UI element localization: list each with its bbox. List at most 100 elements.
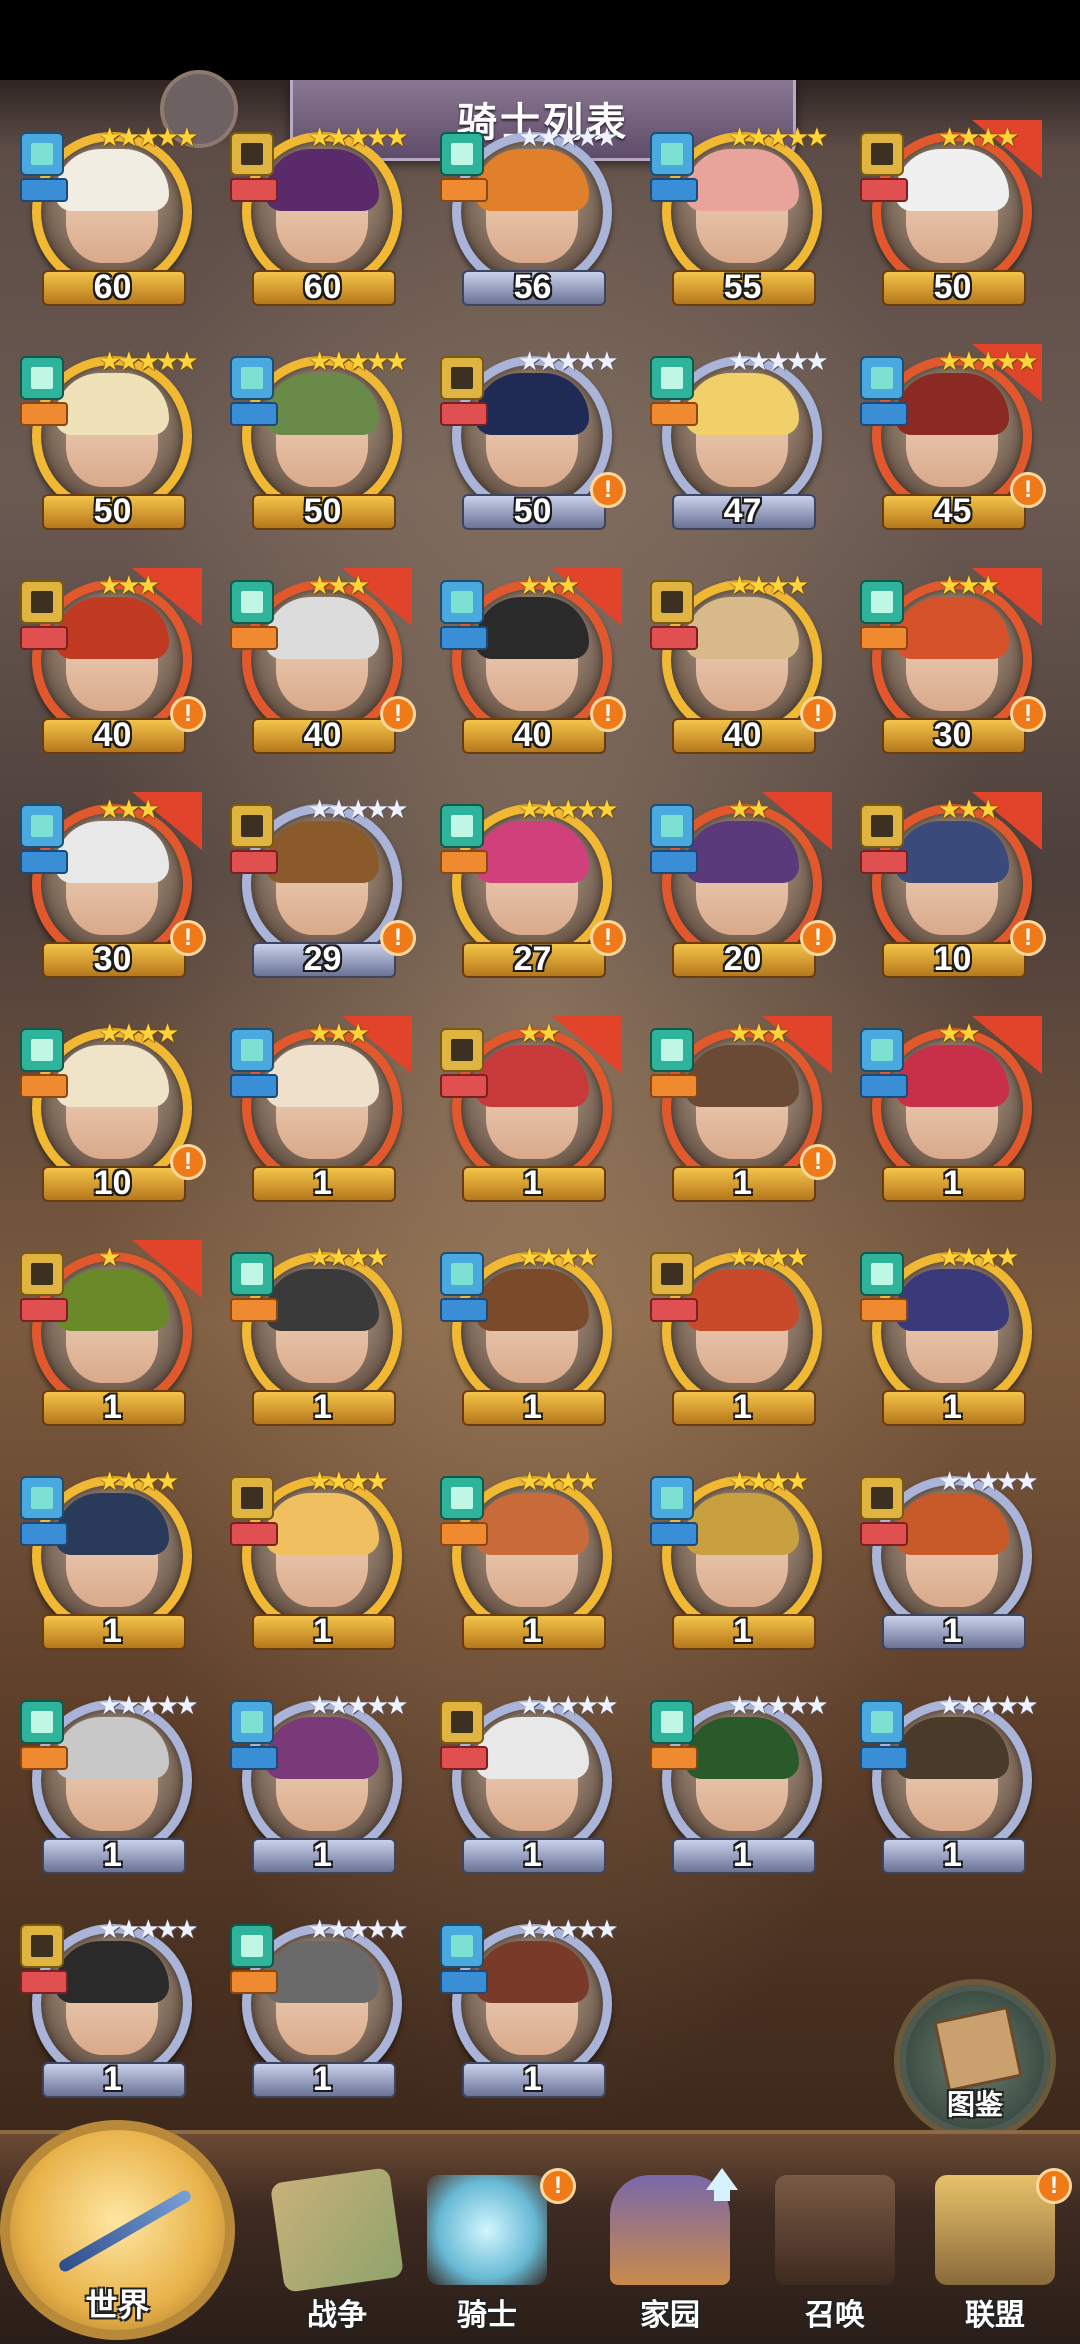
- knight-card[interactable]: 1 ★★★★★: [230, 1912, 415, 2102]
- portrait-hair: [55, 1941, 169, 2003]
- book-icon: [933, 2005, 1023, 2093]
- alert-icon: !: [170, 696, 206, 732]
- knight-card[interactable]: 40 ★★★!: [440, 568, 626, 758]
- knight-card[interactable]: 30 ★★★!: [20, 792, 206, 982]
- knight-card[interactable]: 1 ★★★★★: [230, 1688, 415, 1878]
- knight-level: 1: [313, 1388, 332, 1426]
- knight-card[interactable]: 20 ★★!: [650, 792, 836, 982]
- class-icon: [230, 580, 274, 624]
- class-glyph: [661, 1263, 683, 1285]
- class-glyph: [241, 1263, 263, 1285]
- knight-card[interactable]: 1 ★★★!: [650, 1016, 836, 1206]
- knight-level: 1: [943, 1388, 962, 1426]
- tab-summon[interactable]: 召唤: [760, 2175, 910, 2340]
- portrait-hair: [265, 597, 379, 659]
- star-rating: ★★★★★: [308, 1690, 409, 1720]
- knight-card[interactable]: 40 ★★★!: [20, 568, 206, 758]
- knight-card[interactable]: 1 ★★★: [230, 1016, 415, 1206]
- portrait-hair: [895, 821, 1009, 883]
- class-icon: [20, 1924, 64, 1968]
- knight-card[interactable]: 1 ★: [20, 1240, 205, 1430]
- class-icon: [20, 804, 64, 848]
- knight-card[interactable]: 1 ★★★★★: [440, 1688, 625, 1878]
- knight-card[interactable]: 1 ★★★★: [650, 1464, 835, 1654]
- class-glyph: [451, 1263, 473, 1285]
- knight-card[interactable]: 40 ★★★★!: [650, 568, 836, 758]
- portrait-hair: [685, 1269, 799, 1331]
- portrait-hair: [685, 373, 799, 435]
- knight-level: 1: [523, 1164, 542, 1202]
- knight-card[interactable]: 40 ★★★!: [230, 568, 416, 758]
- knight-card[interactable]: 1 ★★★★★: [860, 1464, 1045, 1654]
- knight-card[interactable]: 1 ★★★★: [440, 1464, 625, 1654]
- tab-knights[interactable]: 骑士: [412, 2175, 562, 2340]
- knight-card[interactable]: 50 ★★★★★!: [440, 344, 626, 534]
- knight-card[interactable]: 50 ★★★★: [860, 120, 1045, 310]
- knight-card[interactable]: 30 ★★★!: [860, 568, 1046, 758]
- class-icon: [230, 356, 274, 400]
- portrait-hair: [265, 373, 379, 435]
- class-glyph: [241, 1487, 263, 1509]
- knight-card[interactable]: 1 ★★★★: [440, 1240, 625, 1430]
- tab-battle[interactable]: 战争: [262, 2167, 412, 2340]
- knight-card[interactable]: 45 ★★★★★!: [860, 344, 1046, 534]
- star-rating: ★★★★★: [518, 794, 619, 824]
- knight-card[interactable]: 27 ★★★★★!: [440, 792, 626, 982]
- role-icon: [230, 1298, 278, 1322]
- star-rating: ★★★★: [728, 1466, 809, 1496]
- role-icon: [20, 1074, 68, 1098]
- knight-card[interactable]: 29 ★★★★★!: [230, 792, 416, 982]
- knight-level: 1: [313, 1164, 332, 1202]
- knight-card[interactable]: 10 ★★★!: [860, 792, 1046, 982]
- knight-card[interactable]: 1 ★★★★★: [20, 1912, 205, 2102]
- knight-card[interactable]: 1 ★★★★★: [440, 1912, 625, 2102]
- knights-alert-icon: !: [540, 2168, 576, 2204]
- portrait-hair: [475, 821, 589, 883]
- tab-knights-label: 骑士: [457, 2299, 517, 2332]
- codex-button[interactable]: 图鉴: [900, 1985, 1050, 2135]
- knight-card[interactable]: 1 ★★★★★: [860, 1688, 1045, 1878]
- star-rating: ★★★★: [308, 1466, 389, 1496]
- knight-card[interactable]: 1 ★★★★: [20, 1464, 205, 1654]
- class-glyph: [661, 143, 683, 165]
- class-icon: [440, 1700, 484, 1744]
- star-rating: ★★★: [308, 570, 370, 600]
- knight-card[interactable]: 55 ★★★★★: [650, 120, 835, 310]
- knight-card[interactable]: 1 ★★★★: [860, 1240, 1045, 1430]
- role-icon: [650, 626, 698, 650]
- role-icon: [650, 178, 698, 202]
- class-glyph: [451, 1487, 473, 1509]
- knight-card[interactable]: 47 ★★★★★: [650, 344, 835, 534]
- class-icon: [650, 1028, 694, 1072]
- knight-card[interactable]: 56 ★★★★★: [440, 120, 625, 310]
- knight-card[interactable]: 1 ★★★★★: [20, 1688, 205, 1878]
- knight-card[interactable]: 10 ★★★★!: [20, 1016, 206, 1206]
- role-icon: [650, 1074, 698, 1098]
- star-rating: ★★★★: [938, 122, 1019, 152]
- knight-card[interactable]: 60 ★★★★★: [230, 120, 415, 310]
- portrait-hair: [475, 1717, 589, 1779]
- class-glyph: [451, 1935, 473, 1957]
- class-glyph: [241, 143, 263, 165]
- class-glyph: [241, 815, 263, 837]
- class-icon: [860, 1700, 904, 1744]
- knight-card[interactable]: 1 ★★★★: [230, 1464, 415, 1654]
- knight-card[interactable]: 1 ★★★★★: [650, 1688, 835, 1878]
- knight-card[interactable]: 50 ★★★★★: [230, 344, 415, 534]
- knight-card[interactable]: 1 ★★★★: [650, 1240, 835, 1430]
- world-button[interactable]: 世界: [0, 2120, 235, 2340]
- knight-level: 56: [513, 268, 552, 306]
- knight-card[interactable]: 60 ★★★★★: [20, 120, 205, 310]
- role-icon: [860, 1298, 908, 1322]
- star-rating: ★★★★★: [518, 122, 619, 152]
- knight-card[interactable]: 1 ★★: [440, 1016, 625, 1206]
- class-icon: [860, 1476, 904, 1520]
- alert-icon: !: [380, 920, 416, 956]
- knight-card[interactable]: 50 ★★★★★: [20, 344, 205, 534]
- role-icon: [20, 1522, 68, 1546]
- alert-icon: !: [590, 920, 626, 956]
- knight-card[interactable]: 1 ★★: [860, 1016, 1045, 1206]
- alert-icon: !: [800, 696, 836, 732]
- knight-card[interactable]: 1 ★★★★: [230, 1240, 415, 1430]
- portrait-hair: [685, 1493, 799, 1555]
